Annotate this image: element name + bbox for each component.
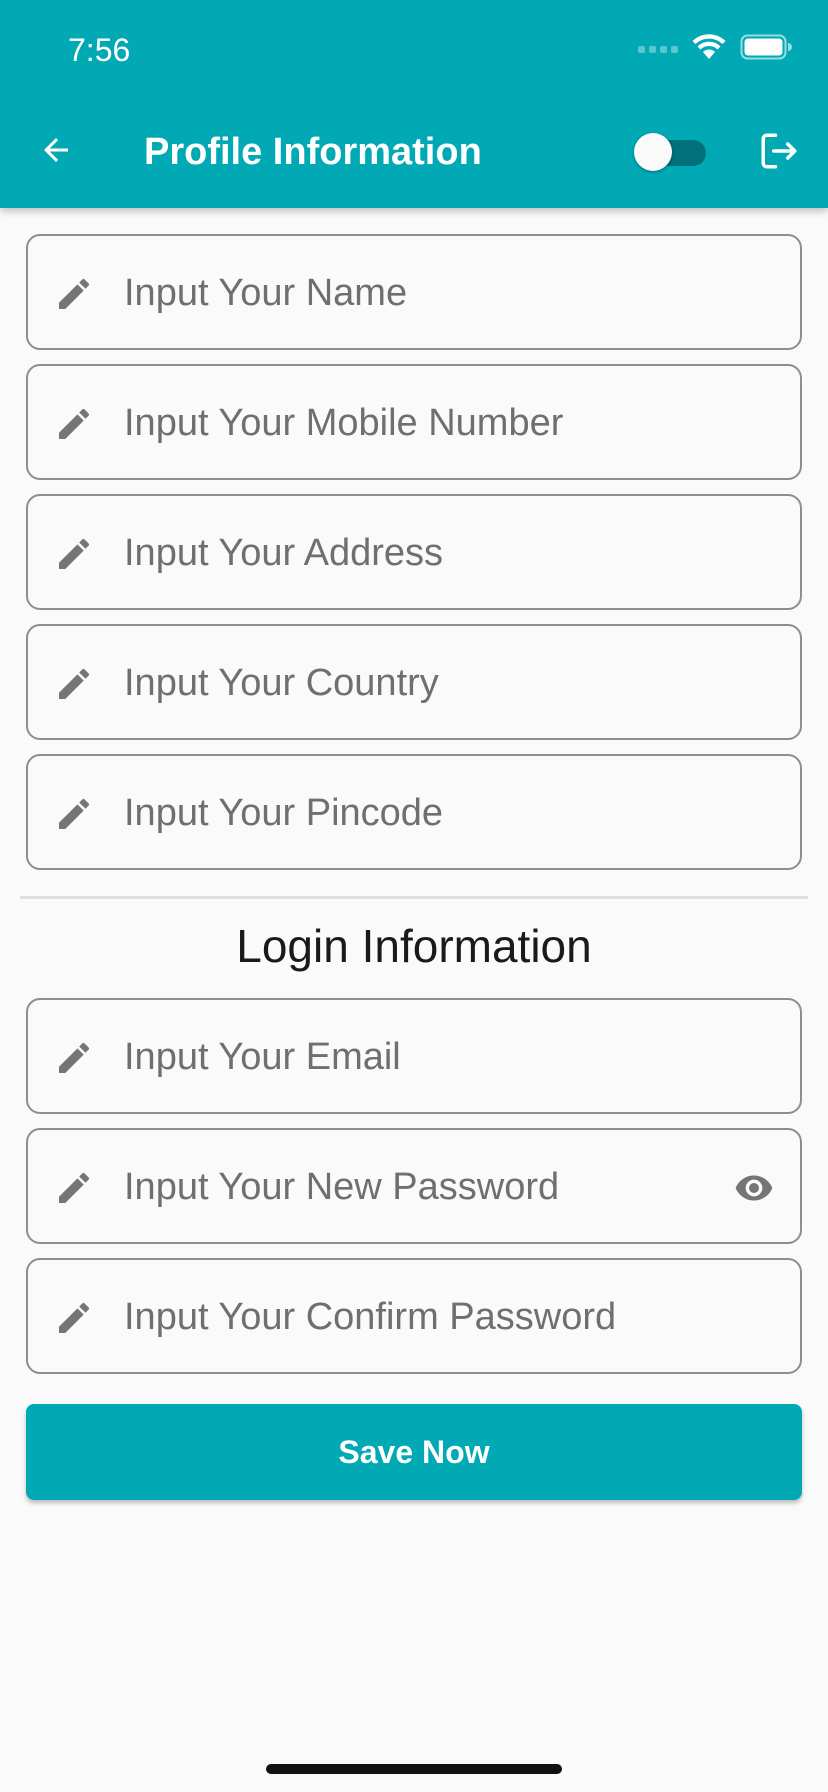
address-field[interactable]: Input Your Address [26,494,802,610]
cellular-signal-icon [638,35,678,59]
arrow-left-icon [44,138,68,162]
status-icons [638,34,792,60]
confirm-password-placeholder: Input Your Confirm Password [124,1296,617,1338]
page-title: Profile Information [144,131,482,173]
new-password-field[interactable]: Input Your New Password [26,1128,802,1244]
home-indicator [266,1764,562,1774]
email-placeholder: Input Your Email [124,1036,401,1078]
confirm-password-field[interactable]: Input Your Confirm Password [26,1258,802,1374]
email-field[interactable]: Input Your Email [26,998,802,1114]
back-button[interactable] [34,128,78,172]
theme-toggle-switch[interactable] [634,132,708,172]
pencil-icon [59,1302,90,1333]
pincode-placeholder: Input Your Pincode [124,792,444,834]
address-placeholder: Input Your Address [124,532,444,574]
toggle-thumb [634,133,672,171]
status-time: 7:56 [68,32,131,68]
country-field[interactable]: Input Your Country [26,624,802,740]
logout-button[interactable] [756,128,802,174]
mobile-number-field[interactable]: Input Your Mobile Number [26,364,802,480]
country-placeholder: Input Your Country [124,662,439,704]
app-bar: 7:56 Profile Information [0,0,828,208]
name-field[interactable]: Input Your Name [26,234,802,350]
profile-screen: 7:56 Profile Information Input Your Name… [0,0,828,1792]
name-placeholder: Input Your Name [124,272,408,314]
pencil-icon [59,1042,90,1073]
pencil-icon [59,668,90,699]
pencil-icon [59,408,90,439]
eye-icon[interactable] [732,1168,776,1208]
battery-icon [740,34,792,60]
pencil-icon [59,798,90,829]
wifi-icon [692,34,726,59]
pencil-icon [59,538,90,569]
mobile-number-placeholder: Input Your Mobile Number [124,402,564,444]
login-section-title: Login Information [236,920,592,972]
logout-icon [761,133,797,169]
pencil-icon [59,278,90,309]
pencil-icon [59,1172,90,1203]
save-now-button[interactable]: Save Now [26,1404,802,1500]
new-password-placeholder: Input Your New Password [124,1166,560,1208]
section-divider [20,896,808,899]
pincode-field[interactable]: Input Your Pincode [26,754,802,870]
